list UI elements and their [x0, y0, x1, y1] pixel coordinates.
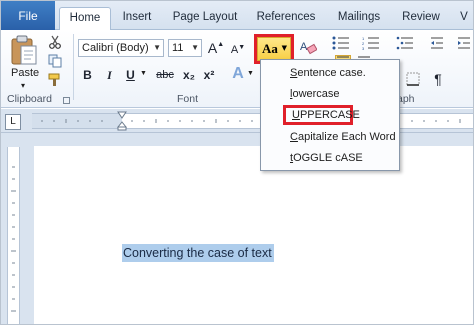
paste-dropdown-icon[interactable]: ▾ — [21, 81, 25, 90]
tab-view[interactable]: V — [457, 7, 471, 30]
clipboard-launcher-icon[interactable] — [63, 97, 70, 104]
underline-dropdown-icon[interactable]: ▼ — [140, 70, 147, 77]
svg-text:3: 3 — [362, 46, 365, 50]
shrink-font-label: A — [230, 44, 239, 56]
bullets-icon[interactable] — [331, 35, 351, 51]
ribbon-tab-bar: File Home Insert Page Layout References … — [1, 1, 473, 31]
tab-selector[interactable]: L — [5, 114, 21, 130]
italic-button[interactable]: I — [102, 66, 117, 84]
vertical-ruler[interactable] — [7, 147, 20, 324]
change-case-inner: Aa ▼ — [257, 37, 291, 61]
svg-text:A: A — [300, 41, 308, 53]
indent-marker-icon[interactable] — [117, 111, 127, 131]
superscript-button[interactable]: x² — [201, 66, 217, 84]
grow-font-label: A — [207, 40, 218, 56]
underline-button[interactable]: U — [123, 66, 138, 84]
horizontal-ruler[interactable] — [32, 113, 473, 129]
change-case-menu: Sentence case. lowercase UPPERCASE Capit… — [260, 59, 400, 171]
change-case-dropdown-icon: ▼ — [281, 44, 287, 52]
capitalize-text: apitalize Each Word — [297, 131, 396, 143]
format-painter-icon[interactable] — [47, 72, 63, 88]
shrink-font-button[interactable]: A ▼ — [229, 40, 247, 60]
decrease-indent-icon[interactable] — [429, 35, 445, 51]
strikethrough-button[interactable]: abc — [154, 66, 176, 84]
tab-page-layout[interactable]: Page Layout — [169, 7, 241, 30]
shrink-font-icon: ▼ — [238, 43, 246, 51]
uppercase-accel: U — [292, 109, 300, 121]
toggle-case-text: OGGLE cASE — [293, 152, 363, 164]
menu-item-sentence-case[interactable]: Sentence case. — [290, 64, 366, 82]
font-size-value: 11 — [172, 42, 184, 54]
menu-item-lowercase[interactable]: lowercase — [290, 85, 340, 103]
increase-indent-icon[interactable] — [456, 35, 472, 51]
borders-icon[interactable] — [403, 71, 423, 87]
selected-document-text[interactable]: Converting the case of text — [122, 244, 274, 262]
show-formatting-marks-button[interactable]: ¶ — [431, 71, 445, 87]
text-effects-dropdown-icon[interactable]: ▼ — [247, 70, 254, 77]
file-tab[interactable]: File — [1, 1, 55, 30]
tab-mailings[interactable]: Mailings — [331, 7, 387, 30]
clipboard-group-label: Clipboard — [7, 93, 52, 105]
cut-icon[interactable] — [47, 34, 63, 50]
paste-icon[interactable] — [7, 33, 41, 67]
font-group-label: Font — [177, 93, 199, 105]
grow-font-icon: ▲ — [217, 40, 225, 48]
sentence-case-text: entence case. — [297, 67, 366, 79]
capitalize-accel: C — [290, 131, 298, 143]
font-name-box[interactable]: Calibri (Body) ▼ — [78, 39, 164, 57]
tab-home[interactable]: Home — [59, 7, 111, 31]
tab-references[interactable]: References — [253, 7, 319, 30]
font-name-dropdown-icon[interactable]: ▼ — [153, 40, 161, 56]
text-effects-button[interactable]: A — [227, 64, 249, 84]
font-name-value: Calibri (Body) — [82, 42, 149, 54]
menu-item-uppercase[interactable]: UPPERCASE — [283, 105, 360, 125]
lowercase-text: owercase — [292, 88, 340, 100]
font-size-dropdown-icon[interactable]: ▼ — [191, 40, 199, 56]
tab-review[interactable]: Review — [399, 7, 443, 30]
menu-item-capitalize-each-word[interactable]: Capitalize Each Word — [290, 128, 396, 146]
numbering-icon[interactable]: 123 — [361, 35, 381, 51]
uppercase-text: PPERCASE — [299, 109, 360, 121]
grow-font-button[interactable]: A ▲ — [207, 38, 225, 58]
document-page[interactable] — [34, 146, 473, 324]
bold-button[interactable]: B — [80, 66, 95, 84]
clear-formatting-icon[interactable]: A — [298, 37, 318, 57]
subscript-button[interactable]: x₂ — [181, 66, 197, 84]
tab-insert[interactable]: Insert — [117, 7, 157, 30]
paste-label[interactable]: Paste — [11, 67, 39, 79]
change-case-label: Aa — [262, 41, 278, 56]
word-window: File Home Insert Page Layout References … — [0, 0, 474, 325]
font-size-box[interactable]: 11 ▼ — [168, 39, 202, 57]
menu-item-toggle-case[interactable]: tOGGLE cASE — [290, 149, 363, 167]
copy-icon[interactable] — [47, 53, 63, 69]
multilevel-list-icon[interactable] — [395, 35, 415, 51]
group-divider — [73, 34, 74, 100]
